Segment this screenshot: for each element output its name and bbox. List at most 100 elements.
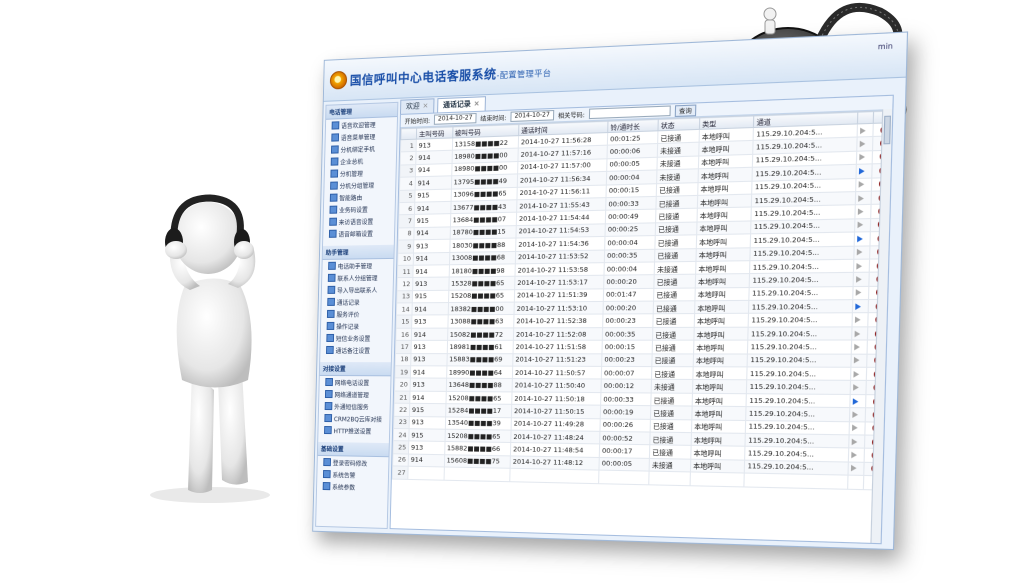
play-recording-icon[interactable]	[859, 181, 865, 188]
table-cell	[857, 150, 873, 164]
table-cell: 13540■■■■39	[445, 417, 511, 431]
play-recording-icon[interactable]	[852, 438, 858, 445]
sidebar-item[interactable]: 导入导出联系人	[322, 283, 393, 296]
table-cell: 本地呼叫	[695, 287, 750, 301]
play-recording-icon[interactable]	[859, 168, 865, 175]
table-cell: 已接通	[652, 340, 694, 353]
play-recording-icon[interactable]	[856, 276, 862, 283]
scroll-thumb[interactable]	[883, 116, 891, 145]
table-cell: 已接通	[649, 445, 691, 459]
table-cell: 00:00:04	[605, 236, 656, 250]
sidebar-item-label: 电话助手管理	[338, 261, 373, 271]
play-recording-icon[interactable]	[855, 303, 861, 310]
table-cell: 2014-10-27 11:53:52	[515, 250, 604, 264]
play-recording-icon[interactable]	[857, 249, 863, 256]
menu-item-icon	[325, 378, 333, 386]
table-cell: 914	[413, 252, 449, 265]
close-icon[interactable]: ×	[474, 100, 480, 108]
table-cell: 00:00:33	[606, 196, 657, 210]
table-cell: 913	[416, 138, 452, 152]
table-row[interactable]: 17 913 18981■■■■61 2014-10-27 11:51:58 00:00…	[395, 340, 885, 354]
table-cell	[510, 468, 599, 483]
play-recording-icon[interactable]	[859, 154, 865, 161]
menu-item-icon	[326, 334, 334, 342]
sidebar-item[interactable]: 语音邮箱设置	[323, 227, 394, 240]
table-cell: 本地呼叫	[692, 406, 747, 420]
table-cell: 915	[414, 214, 450, 227]
table-cell: 本地呼叫	[692, 393, 747, 407]
play-recording-icon[interactable]	[860, 127, 866, 134]
table-cell: 已接通	[655, 222, 697, 236]
table-cell: 本地呼叫	[691, 446, 746, 460]
app-title: 国信呼叫中心电话客服系统-配置管理平台	[350, 62, 552, 88]
play-recording-icon[interactable]	[854, 371, 860, 378]
sidebar-group-title[interactable]: 助手管理	[323, 245, 394, 260]
table-cell: 00:00:20	[603, 301, 654, 314]
play-recording-icon[interactable]	[853, 384, 859, 391]
table-cell	[690, 472, 745, 486]
play-recording-icon[interactable]	[856, 290, 862, 297]
sidebar-item[interactable]: 服务评价	[321, 308, 392, 320]
sidebar-item[interactable]: 通话备注设置	[320, 344, 391, 356]
end-date-input[interactable]: 2014-10-27	[510, 110, 554, 122]
sidebar-item-label: 分机管理	[340, 168, 363, 178]
sidebar-item[interactable]: 联系人分组管理	[322, 271, 393, 284]
table-cell: 913	[411, 341, 447, 354]
sidebar-item-label: 分机绑定手机	[340, 144, 375, 154]
play-recording-icon[interactable]	[851, 452, 857, 459]
sidebar-item[interactable]: 网络电话设置	[320, 376, 391, 389]
play-recording-icon[interactable]	[858, 222, 864, 229]
play-recording-icon[interactable]	[852, 425, 858, 432]
table-cell: 已接通	[652, 367, 694, 380]
play-recording-icon[interactable]	[857, 235, 863, 242]
table-cell: 27	[392, 466, 408, 479]
table-row[interactable]: 15 913 13088■■■■63 2014-10-27 11:52:38 00:00…	[396, 313, 886, 328]
start-date-input[interactable]: 2014-10-27	[434, 113, 477, 125]
menu-item-icon	[323, 482, 331, 490]
table-cell: 914	[413, 265, 449, 278]
sidebar-item[interactable]: 通话记录	[321, 295, 392, 308]
table-row[interactable]: 16 914 15082■■■■72 2014-10-27 11:52:08 00:00…	[396, 327, 886, 341]
sidebar-item[interactable]: 外通短信服务	[319, 400, 390, 413]
play-recording-icon[interactable]	[854, 344, 860, 351]
tab-welcome[interactable]: 欢迎 ×	[400, 98, 434, 114]
column-header[interactable]	[401, 128, 417, 140]
sidebar-item[interactable]: 操作记录	[321, 320, 392, 332]
sidebar-item[interactable]: HTTP推送设置	[318, 424, 389, 437]
play-recording-icon[interactable]	[860, 141, 866, 148]
sidebar-item[interactable]: 短信业务设置	[321, 332, 392, 344]
table-cell: 本地呼叫	[693, 367, 748, 380]
sidebar-item[interactable]: 网络通道管理	[319, 388, 390, 401]
related-number-input[interactable]	[589, 105, 671, 119]
sidebar-item[interactable]: CRM2BQ云库对接	[319, 412, 390, 425]
sidebar-group-title[interactable]: 对接设置	[320, 362, 391, 376]
play-recording-icon[interactable]	[854, 357, 860, 364]
play-recording-icon[interactable]	[858, 195, 864, 202]
table-cell: 11	[397, 265, 413, 278]
play-recording-icon[interactable]	[857, 263, 863, 270]
table-cell	[849, 448, 865, 462]
table-cell: 14	[396, 303, 412, 316]
menu-item-icon	[332, 121, 340, 129]
query-button[interactable]: 查询	[675, 104, 697, 116]
table-cell: 24	[393, 428, 409, 441]
play-recording-icon[interactable]	[858, 208, 864, 215]
play-recording-icon[interactable]	[855, 317, 861, 324]
table-cell: 13	[397, 290, 413, 303]
sidebar-group-title[interactable]: 基础设置	[318, 442, 389, 457]
close-icon[interactable]: ×	[422, 102, 428, 110]
table-cell: 9	[398, 240, 414, 253]
sidebar-item-label: 智能路由	[339, 192, 362, 202]
sidebar-item[interactable]: 系统参数	[317, 480, 388, 494]
play-recording-icon[interactable]	[851, 465, 857, 472]
column-header[interactable]	[858, 111, 874, 124]
table-cell	[848, 462, 864, 476]
user-name[interactable]: min	[878, 42, 893, 51]
table-cell: 26	[393, 454, 409, 467]
sidebar-item-label: 导入导出联系人	[337, 285, 377, 294]
play-recording-icon[interactable]	[853, 398, 859, 405]
play-recording-icon[interactable]	[855, 330, 861, 337]
table-cell: 915	[412, 290, 448, 303]
play-recording-icon[interactable]	[853, 411, 859, 418]
sidebar-item[interactable]: 电话助手管理	[322, 259, 393, 272]
